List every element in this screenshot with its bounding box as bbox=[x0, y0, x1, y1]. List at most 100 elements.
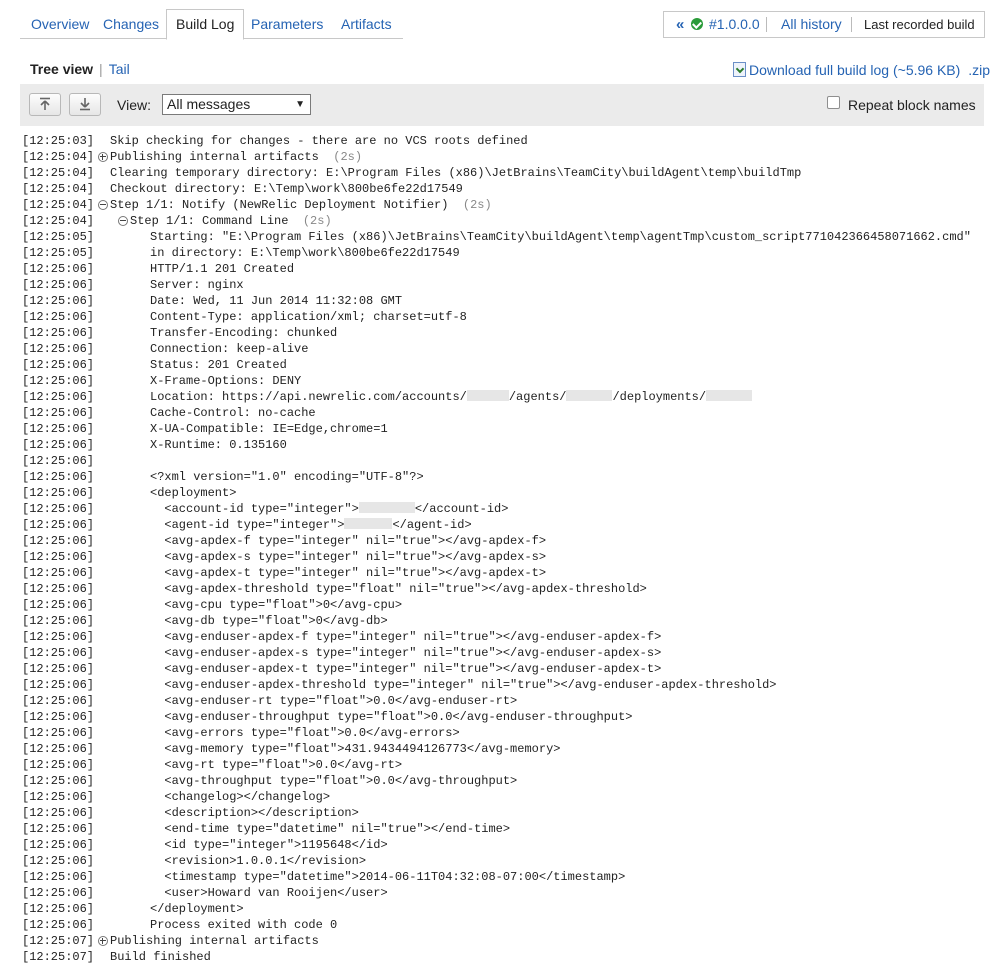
log-message: Date: Wed, 11 Jun 2014 11:32:08 GMT bbox=[150, 293, 402, 309]
log-message: <agent-id type="integer"> </agent-id> bbox=[150, 517, 472, 533]
log-timestamp: [12:25:06] bbox=[22, 294, 95, 308]
log-timestamp: [12:25:06] bbox=[22, 342, 95, 356]
log-message: <avg-enduser-rt type="float">0.0</avg-en… bbox=[150, 693, 517, 709]
log-message: <avg-apdex-t type="integer" nil="true"><… bbox=[150, 565, 546, 581]
redacted-value bbox=[344, 518, 393, 529]
log-timestamp: [12:25:06] bbox=[22, 742, 95, 756]
log-text: <avg-enduser-throughput type="float">0.0… bbox=[150, 710, 633, 724]
log-timestamp: [12:25:06] bbox=[22, 422, 95, 436]
step-duration: (2s) bbox=[288, 214, 332, 228]
log-message: Step 1/1: Command Line (2s) bbox=[130, 213, 332, 229]
view-filter-select[interactable]: All messages ▼ bbox=[162, 94, 311, 115]
tab-changes[interactable]: Changes bbox=[103, 10, 159, 38]
log-timestamp: [12:25:04] bbox=[22, 182, 95, 196]
log-timestamp: [12:25:06] bbox=[22, 358, 95, 372]
last-recorded-build-label: Last recorded build bbox=[864, 17, 975, 32]
log-timestamp: [12:25:06] bbox=[22, 310, 95, 324]
log-timestamp: [12:25:04] bbox=[22, 214, 95, 228]
tab-parameters[interactable]: Parameters bbox=[251, 10, 323, 38]
expand-icon[interactable] bbox=[98, 152, 108, 162]
log-message: Build finished bbox=[110, 949, 211, 965]
log-timestamp: [12:25:03] bbox=[22, 134, 95, 148]
download-icon bbox=[733, 62, 746, 77]
log-text: Publishing internal artifacts bbox=[110, 934, 319, 948]
log-text-segment: /agents/ bbox=[508, 390, 567, 404]
log-text: <id type="integer">1195648</id> bbox=[150, 838, 388, 852]
log-text: <avg-enduser-apdex-t type="integer" nil=… bbox=[150, 662, 662, 676]
arrow-down-to-line-icon bbox=[80, 98, 90, 111]
log-timestamp: [12:25:06] bbox=[22, 662, 95, 676]
log-message: Skip checking for changes - there are no… bbox=[110, 133, 528, 149]
log-timestamp: [12:25:06] bbox=[22, 694, 95, 708]
log-text: Step 1/1: Notify (NewRelic Deployment No… bbox=[110, 198, 449, 212]
log-timestamp: [12:25:06] bbox=[22, 470, 95, 484]
collapse-icon[interactable] bbox=[98, 200, 108, 210]
log-view-switch: Tree view | Tail bbox=[30, 61, 130, 77]
log-text: <avg-enduser-apdex-s type="integer" nil=… bbox=[150, 646, 662, 660]
log-text: Publishing internal artifacts bbox=[110, 150, 319, 164]
all-history-link[interactable]: All history bbox=[781, 12, 842, 37]
log-text: <deployment> bbox=[150, 486, 237, 500]
previous-builds-icon[interactable]: « bbox=[676, 12, 684, 37]
log-message: <deployment> bbox=[150, 485, 236, 501]
log-text-segment: </agent-id> bbox=[392, 518, 472, 532]
log-timestamp: [12:25:06] bbox=[22, 614, 95, 628]
expand-icon[interactable] bbox=[98, 936, 108, 946]
log-text-segment: Location: https://api.newrelic.com/accou… bbox=[150, 390, 467, 404]
scroll-to-bottom-button[interactable] bbox=[69, 93, 101, 116]
log-text: <?xml version="1.0" encoding="UTF-8"?> bbox=[150, 470, 424, 484]
log-text: Starting: "E:\Program Files (x86)\JetBra… bbox=[150, 230, 971, 244]
log-message: <id type="integer">1195648</id> bbox=[150, 837, 388, 853]
log-timestamp: [12:25:06] bbox=[22, 406, 95, 420]
log-text: Content-Type: application/xml; charset=u… bbox=[150, 310, 467, 324]
log-message: <avg-enduser-apdex-t type="integer" nil=… bbox=[150, 661, 661, 677]
log-timestamp: [12:25:06] bbox=[22, 790, 95, 804]
log-message: HTTP/1.1 201 Created bbox=[150, 261, 294, 277]
log-text: Cache-Control: no-cache bbox=[150, 406, 316, 420]
log-message: Checkout directory: E:\Temp\work\800be6f… bbox=[110, 181, 463, 197]
log-message: in directory: E:\Temp\work\800be6fe22d17… bbox=[150, 245, 460, 261]
log-timestamp: [12:25:06] bbox=[22, 502, 95, 516]
log-timestamp: [12:25:06] bbox=[22, 374, 95, 388]
log-message: Publishing internal artifacts (2s) bbox=[110, 149, 362, 165]
log-toolbar: View: All messages ▼ Repeat block names bbox=[20, 84, 984, 126]
download-full-log-link[interactable]: Download full build log (~5.96 KB) bbox=[749, 62, 960, 78]
log-message: Publishing internal artifacts bbox=[110, 933, 319, 949]
log-message: <avg-cpu type="float">0</avg-cpu> bbox=[150, 597, 402, 613]
collapse-icon[interactable] bbox=[118, 216, 128, 226]
log-timestamp: [12:25:06] bbox=[22, 806, 95, 820]
success-status-icon bbox=[691, 18, 703, 30]
log-message: <avg-db type="float">0</avg-db> bbox=[150, 613, 387, 629]
log-message: Server: nginx bbox=[150, 277, 244, 293]
log-timestamp: [12:25:06] bbox=[22, 390, 95, 404]
log-text: HTTP/1.1 201 Created bbox=[150, 262, 295, 276]
build-number-link[interactable]: #1.0.0.0 bbox=[709, 12, 760, 37]
tab-overview[interactable]: Overview bbox=[31, 10, 89, 38]
log-text: X-Runtime: 0.135160 bbox=[150, 438, 287, 452]
log-message: X-UA-Compatible: IE=Edge,chrome=1 bbox=[150, 421, 388, 437]
log-message: <avg-apdex-threshold type="float" nil="t… bbox=[150, 581, 647, 597]
tab-build-log[interactable]: Build Log bbox=[166, 9, 245, 40]
log-text: <avg-rt type="float">0.0</avg-rt> bbox=[150, 758, 403, 772]
repeat-block-names-checkbox[interactable] bbox=[827, 96, 840, 109]
log-text: <avg-enduser-rt type="float">0.0</avg-en… bbox=[150, 694, 518, 708]
log-timestamp: [12:25:06] bbox=[22, 518, 95, 532]
repeat-block-names-label[interactable]: Repeat block names bbox=[848, 97, 976, 113]
log-message: <avg-rt type="float">0.0</avg-rt> bbox=[150, 757, 402, 773]
tail-view-link[interactable]: Tail bbox=[109, 61, 130, 77]
scroll-to-top-button[interactable] bbox=[29, 93, 61, 116]
log-text: Process exited with code 0 bbox=[150, 918, 338, 932]
log-timestamp: [12:25:05] bbox=[22, 230, 95, 244]
log-text: Skip checking for changes - there are no… bbox=[110, 134, 528, 148]
log-timestamp: [12:25:06] bbox=[22, 854, 95, 868]
log-message: Status: 201 Created bbox=[150, 357, 287, 373]
download-zip-link[interactable]: .zip bbox=[968, 62, 990, 78]
log-text: <avg-memory type="float">431.94344941267… bbox=[150, 742, 561, 756]
tab-artifacts[interactable]: Artifacts bbox=[341, 10, 392, 38]
tree-view-option[interactable]: Tree view bbox=[30, 61, 93, 77]
log-timestamp: [12:25:07] bbox=[22, 934, 95, 948]
log-text: <avg-apdex-s type="integer" nil="true"><… bbox=[150, 550, 547, 564]
log-text: <avg-cpu type="float">0</avg-cpu> bbox=[150, 598, 403, 612]
redacted-value bbox=[706, 390, 753, 401]
view-filter-value: All messages bbox=[167, 96, 251, 112]
